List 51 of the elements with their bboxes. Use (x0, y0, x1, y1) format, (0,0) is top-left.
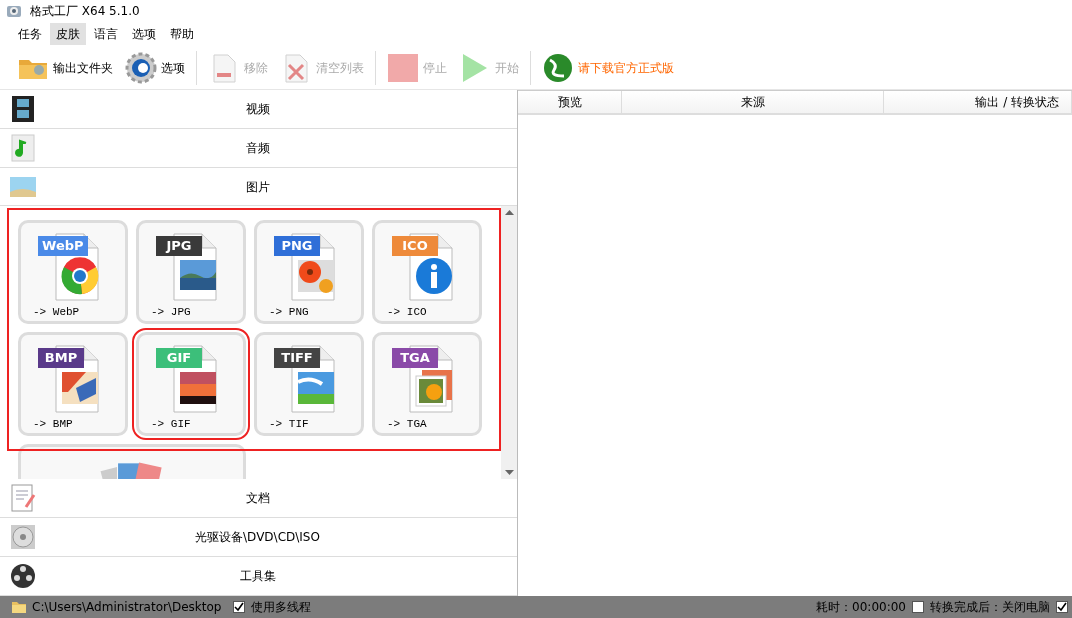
window-title: 格式工厂 X64 5.1.0 (30, 3, 140, 20)
menu-item[interactable]: 皮肤 (50, 23, 86, 45)
menu-item[interactable]: 帮助 (164, 23, 200, 45)
checkbox[interactable] (1056, 601, 1068, 613)
tile-caption: -> PNG (268, 305, 309, 321)
elapsed-time: 耗时：00:00:00 (816, 599, 906, 616)
column-header[interactable]: 输出 / 转换状态 (884, 91, 1072, 113)
format-badge: ICO (392, 236, 438, 257)
format-tile[interactable] (18, 444, 246, 480)
scroll-up-icon (504, 210, 514, 216)
tile-caption: -> GIF (150, 417, 191, 433)
folder-icon (12, 601, 26, 613)
format-badge: PNG (274, 236, 320, 257)
music-note-icon (8, 132, 38, 163)
format-tile[interactable]: TIFF -> TIF (254, 332, 364, 437)
format-badge: TIFF (274, 348, 320, 369)
stop-icon (387, 51, 419, 84)
format-tile[interactable]: ICO -> ICO (372, 220, 482, 325)
format-badge: WebP (38, 236, 88, 257)
menu-item[interactable]: 任务 (12, 23, 48, 45)
menu-item[interactable]: 选项 (126, 23, 162, 45)
format-badge: BMP (38, 348, 84, 369)
scrollbar[interactable] (501, 206, 517, 480)
tile-caption: -> TGA (386, 417, 427, 433)
toolbar-button[interactable]: 选项 (122, 49, 188, 86)
menu-item[interactable]: 语言 (88, 23, 124, 45)
column-header[interactable]: 预览 (518, 91, 622, 113)
toolbar-button[interactable]: 输出文件夹 (14, 49, 116, 86)
format-badge: TGA (392, 348, 438, 369)
format-tile[interactable]: BMP -> BMP (18, 332, 128, 437)
format-badge: GIF (156, 348, 202, 369)
checkbox-label: 转换完成后：关闭电脑 (930, 599, 1050, 616)
tile-caption: -> BMP (32, 417, 73, 433)
document-pen-icon (8, 483, 38, 514)
format-tile[interactable]: WebP -> WebP (18, 220, 128, 325)
column-header[interactable]: 来源 (622, 91, 884, 113)
format-tile[interactable]: PNG -> PNG (254, 220, 364, 325)
output-path: C:\Users\Administrator\Desktop (32, 599, 222, 616)
tile-caption: -> ICO (386, 305, 427, 321)
tile-caption: -> JPG (150, 305, 191, 321)
checkbox[interactable] (912, 601, 924, 613)
tile-caption: -> WebP (32, 305, 80, 321)
format-tile[interactable]: TGA -> TGA (372, 332, 482, 437)
format-tile[interactable]: JPG -> JPG (136, 220, 246, 325)
checkbox[interactable] (233, 601, 246, 613)
checkbox-label: 使用多线程 (251, 599, 312, 616)
format-badge: JPG (156, 236, 202, 257)
scroll-down-icon (504, 470, 514, 476)
app-icon (6, 3, 22, 19)
gear-icon (125, 51, 157, 84)
tile-caption: -> TIF (268, 417, 309, 433)
